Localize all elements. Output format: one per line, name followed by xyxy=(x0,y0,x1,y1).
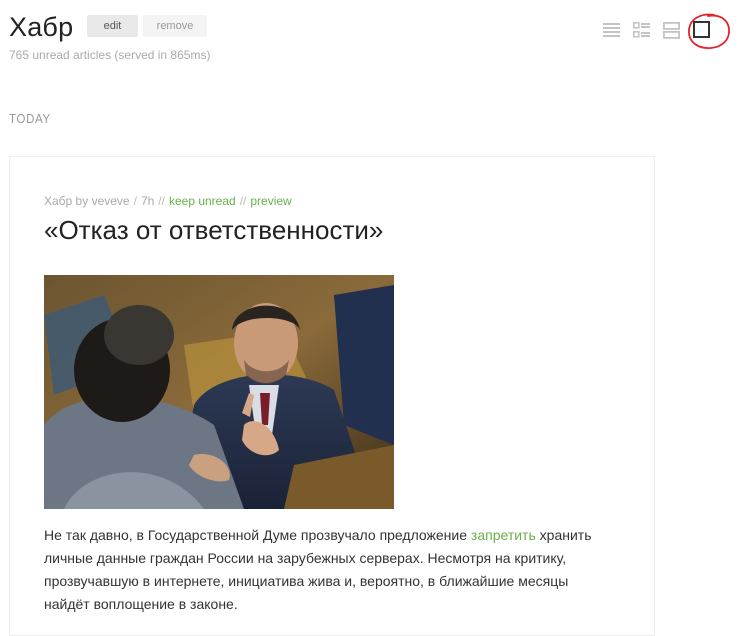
feed-header: Хабр edit remove 765 unread articles (se… xyxy=(9,12,734,72)
card-view-icon[interactable] xyxy=(660,18,684,42)
full-view-icon[interactable] xyxy=(690,18,714,42)
article-image xyxy=(44,275,394,509)
section-title-today: TODAY xyxy=(9,111,51,126)
article-age: 7h xyxy=(140,194,155,208)
feed-title: Хабр xyxy=(9,12,74,42)
article-meta: Хабр by veveve/7h//keep unread//preview xyxy=(44,194,292,208)
article-source: Хабр by veveve xyxy=(44,194,130,208)
preview-link[interactable]: preview xyxy=(250,194,291,208)
edit-button[interactable]: edit xyxy=(87,15,138,37)
detail-list-view-icon[interactable] xyxy=(630,18,654,42)
view-mode-switcher xyxy=(600,13,734,49)
article-body: Не так давно, в Государственной Думе про… xyxy=(44,524,614,616)
remove-button[interactable]: remove xyxy=(143,15,207,37)
article-title[interactable]: «Отказ от ответственности» xyxy=(44,215,383,246)
inline-link-zapretit[interactable]: запретить xyxy=(471,527,536,543)
article-card: Хабр by veveve/7h//keep unread//preview … xyxy=(9,156,655,636)
unread-count-subtitle: 765 unread articles (served in 865ms) xyxy=(9,48,211,62)
list-view-icon[interactable] xyxy=(600,18,624,42)
article-body-text-1: Не так давно, в Государственной Думе про… xyxy=(44,527,471,543)
keep-unread-link[interactable]: keep unread xyxy=(169,194,236,208)
